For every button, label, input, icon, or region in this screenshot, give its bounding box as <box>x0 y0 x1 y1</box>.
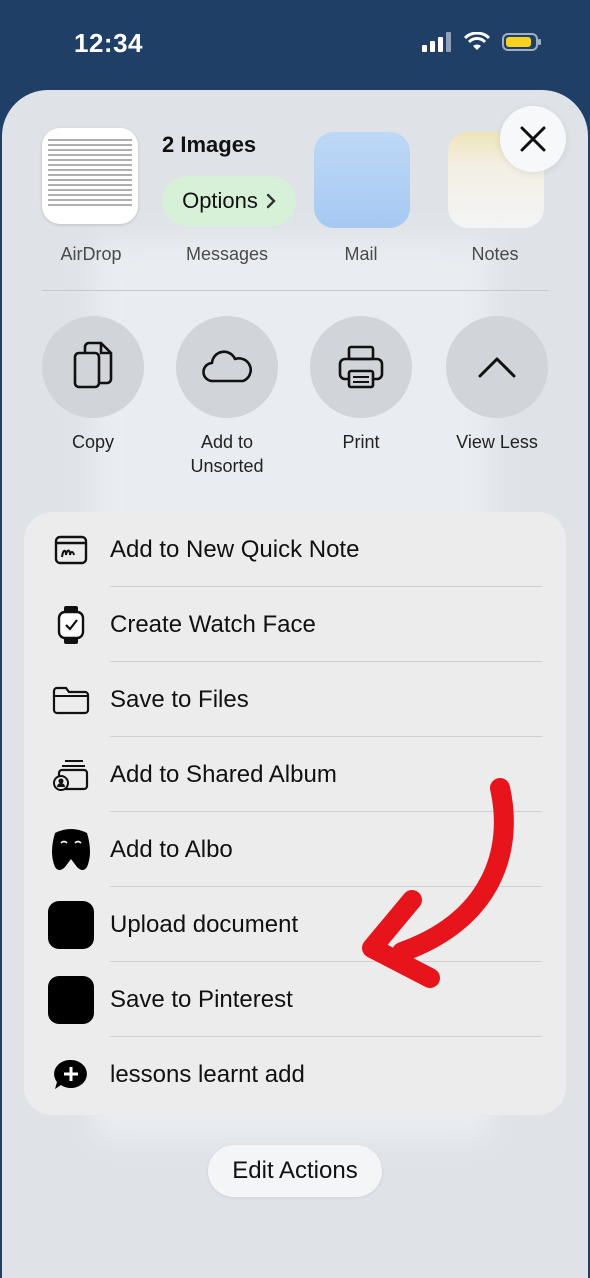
status-icons <box>422 32 542 52</box>
action-print-label: Print <box>342 432 380 452</box>
share-sheet: 2 Images Options AirDrop Messages Mail N… <box>2 90 588 1278</box>
app-label-notes[interactable]: Notes <box>430 244 560 265</box>
printer-icon <box>338 345 384 389</box>
chevron-up-icon <box>478 357 516 378</box>
menu-item-watch-face[interactable]: Create Watch Face <box>24 587 566 662</box>
action-add-to-unsorted[interactable]: Add to Unsorted <box>162 316 292 478</box>
close-icon <box>520 126 546 152</box>
menu-item-quick-note[interactable]: Add to New Quick Note <box>24 512 566 587</box>
action-view-less-label: View Less <box>456 432 538 452</box>
divider <box>42 290 548 291</box>
document-thumbnail <box>42 128 138 224</box>
menu-item-label: Save to Files <box>110 686 249 713</box>
action-view-less-circle[interactable] <box>446 316 548 418</box>
action-print-circle[interactable] <box>310 316 412 418</box>
action-copy[interactable]: Copy <box>28 316 158 454</box>
edit-actions-button[interactable]: Edit Actions <box>208 1145 382 1197</box>
wifi-icon <box>464 32 490 50</box>
menu-item-label: Add to Albo <box>110 836 233 863</box>
app-label-mail[interactable]: Mail <box>296 244 426 265</box>
close-button[interactable] <box>500 106 566 172</box>
upload-app-icon <box>48 901 94 949</box>
edit-actions-label: Edit Actions <box>232 1157 358 1184</box>
status-time: 12:34 <box>74 28 143 58</box>
albo-icon <box>48 827 94 873</box>
cloud-icon <box>202 350 252 383</box>
folder-icon <box>48 677 94 723</box>
battery-icon <box>502 33 541 51</box>
menu-item-label: Add to New Quick Note <box>110 536 360 563</box>
menu-item-label: Create Watch Face <box>110 611 316 638</box>
action-unsorted-label: Add to Unsorted <box>190 432 264 476</box>
action-copy-label: Copy <box>71 432 115 452</box>
menu-item-label: lessons learnt add <box>110 1061 305 1088</box>
app-label-airdrop[interactable]: AirDrop <box>26 244 156 265</box>
menu-item-label: Add to Shared Album <box>110 761 337 788</box>
action-print[interactable]: Print <box>296 316 426 454</box>
app-label-messages[interactable]: Messages <box>162 244 292 265</box>
shared-album-icon <box>48 752 94 798</box>
quick-note-icon <box>48 527 94 573</box>
menu-item-label: Upload document <box>110 911 299 938</box>
copy-icon <box>73 341 113 389</box>
action-unsorted-circle[interactable] <box>176 316 278 418</box>
menu-item-label: Save to Pinterest <box>110 986 293 1013</box>
add-message-icon <box>48 1052 94 1098</box>
watch-icon <box>48 602 94 648</box>
menu-item-lessons-learnt[interactable]: lessons learnt add <box>24 1037 566 1112</box>
pinterest-app-icon <box>48 976 94 1024</box>
annotation-arrow <box>362 778 514 988</box>
status-bar: 12:34 <box>0 0 590 90</box>
action-copy-circle[interactable] <box>42 316 144 418</box>
action-view-less[interactable]: View Less <box>432 316 562 454</box>
mail-app-icon[interactable] <box>314 132 410 228</box>
menu-item-save-to-files[interactable]: Save to Files <box>24 662 566 737</box>
signal-icon <box>422 32 451 52</box>
